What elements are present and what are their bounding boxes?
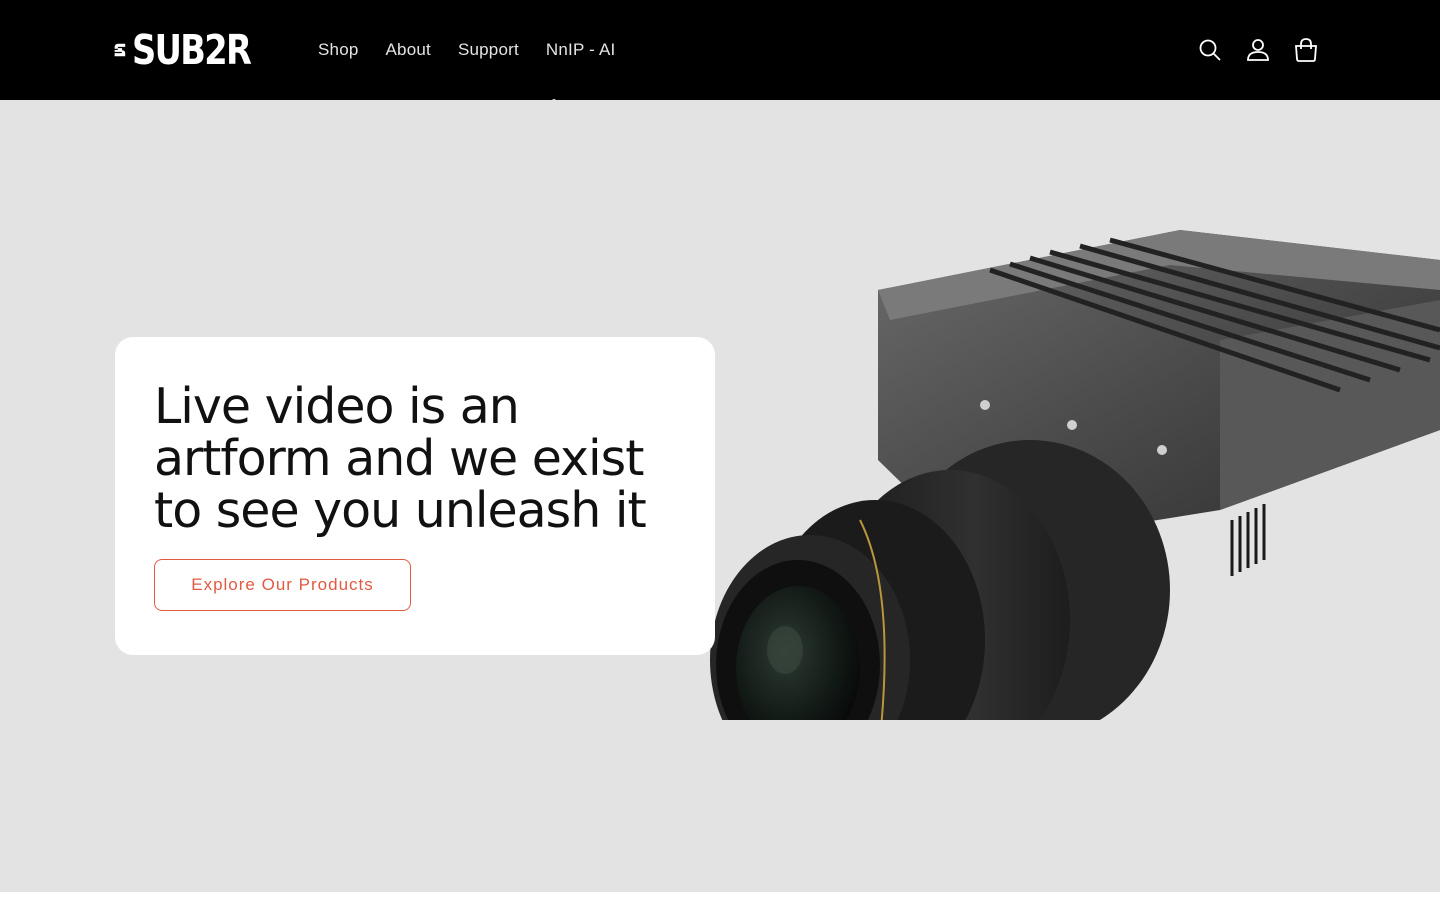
nav-support[interactable]: Support [458, 40, 519, 60]
hero-card: Live video is an artform and we exist to… [115, 337, 715, 655]
main-nav: Shop About Support NnIP - AI [318, 0, 642, 100]
logo-text: SUB2R [131, 26, 252, 74]
account-icon[interactable] [1246, 33, 1270, 67]
logo[interactable]: SUB2R [114, 27, 276, 73]
nav-about[interactable]: About [386, 40, 431, 60]
camera-image [710, 230, 1440, 720]
explore-products-button[interactable]: Explore Our Products [154, 559, 411, 611]
search-icon[interactable] [1198, 33, 1222, 67]
header-icons [1198, 33, 1318, 67]
logo-mark-icon [114, 43, 126, 57]
hero-headline: Live video is an artform and we exist to… [154, 378, 647, 539]
nav-nnip-ai[interactable]: NnIP - AI [546, 40, 616, 60]
cart-icon[interactable] [1294, 33, 1318, 67]
site-header: SUB2R Shop About Support NnIP - AI [0, 0, 1440, 103]
nav-shop[interactable]: Shop [318, 40, 359, 60]
hero-section: Live video is an artform and we exist to… [0, 100, 1440, 892]
